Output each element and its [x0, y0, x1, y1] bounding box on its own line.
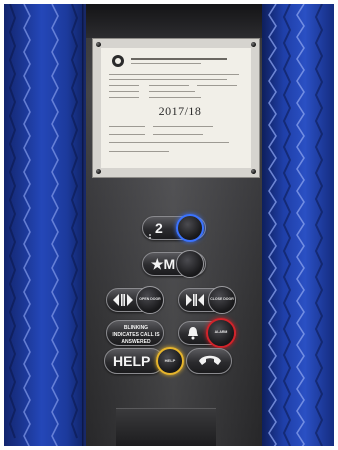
floor-2-label: 2: [155, 220, 163, 236]
certificate-text-line: [149, 85, 189, 86]
help-button[interactable]: HELP: [156, 347, 184, 375]
certificate-text-line: [153, 134, 203, 135]
elevator-panel: 2017/18 2 ★M OPEN DOOR CLOSE DOOR BLINKI…: [86, 4, 268, 446]
certificate-text-line: [109, 97, 139, 98]
certificate-text-line: [131, 63, 201, 64]
photo-frame: 2017/18 2 ★M OPEN DOOR CLOSE DOOR BLINKI…: [4, 4, 334, 446]
open-door-button[interactable]: OPEN DOOR: [136, 286, 164, 314]
certificate-text-line: [109, 79, 227, 80]
alarm-button[interactable]: ALARM: [206, 318, 236, 348]
panel-top-shadow: [86, 4, 268, 38]
close-door-button-label: CLOSE DOOR: [210, 297, 234, 302]
certificate-text-line: [153, 126, 213, 127]
certificate-text-line: [109, 85, 139, 86]
inspection-certificate: 2017/18: [101, 48, 251, 168]
certificate-text-line: [149, 91, 195, 92]
main-floor-label: ★M: [151, 256, 176, 272]
intercom-plate: [186, 348, 232, 374]
open-door-icon: [113, 294, 133, 306]
telephone-icon: [199, 355, 221, 365]
main-floor-button[interactable]: [176, 250, 204, 278]
certificate-text-line: [109, 151, 169, 152]
certificate-text-line: [109, 134, 145, 135]
inspection-certificate-frame: 2017/18: [92, 38, 260, 178]
certificate-year: 2017/18: [158, 104, 202, 118]
certificate-text-line: [109, 91, 139, 92]
call-notice-plate: BLINKING INDICATES CALL IS ANSWERED: [106, 320, 164, 346]
bell-icon: [188, 327, 198, 340]
speaker-grille: [116, 408, 216, 446]
certificate-text-line: [109, 142, 229, 143]
certificate-text-line: [109, 126, 145, 127]
certificate-text-line: [197, 85, 237, 86]
screw-icon: [96, 169, 101, 174]
close-door-icon: [186, 294, 204, 306]
help-plate: HELP: [104, 348, 164, 374]
right-moving-pad: [262, 4, 334, 446]
left-moving-pad: [4, 4, 88, 446]
alarm-button-label: ALARM: [214, 330, 228, 335]
screw-icon: [96, 42, 101, 47]
braille-dot: [149, 237, 151, 239]
close-door-button[interactable]: CLOSE DOOR: [208, 286, 236, 314]
certificate-text-line: [109, 74, 239, 75]
screw-icon: [251, 42, 256, 47]
braille-dot: [149, 234, 151, 236]
certificate-text-line: [149, 97, 201, 98]
open-door-button-label: OPEN DOOR: [139, 297, 161, 302]
help-button-label: HELP: [164, 358, 176, 364]
screw-icon: [251, 169, 256, 174]
help-label: HELP: [113, 353, 151, 369]
floor-2-button[interactable]: [176, 214, 204, 242]
call-answered-notice: BLINKING INDICATES CALL IS ANSWERED: [112, 325, 160, 345]
government-seal-icon: [112, 55, 124, 67]
certificate-heading-line: [131, 58, 227, 60]
